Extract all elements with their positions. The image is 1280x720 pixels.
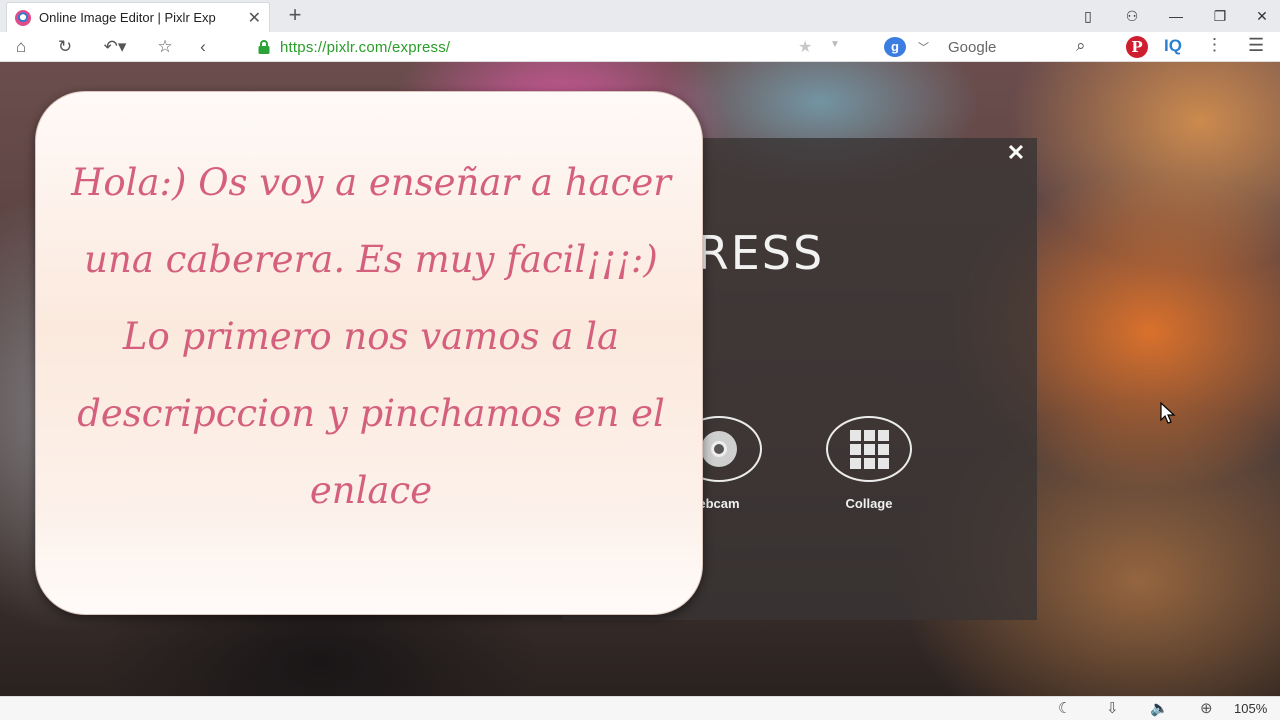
page-content: ✕ PRESS ebcam Collage Hola:) Os voy a en…: [0, 62, 1280, 696]
search-icon[interactable]: ⌕: [1076, 36, 1086, 56]
bookmark-dropdown-icon[interactable]: ▼: [830, 39, 840, 50]
pixlr-favicon-icon: [15, 9, 31, 26]
iq-extension-icon[interactable]: IQ: [1164, 36, 1182, 56]
more-icon[interactable]: ⋮: [1206, 35, 1223, 55]
new-tab-icon[interactable]: +: [284, 2, 306, 28]
bookmark-star-icon[interactable]: ★: [798, 37, 812, 57]
night-mode-icon[interactable]: ☾: [1058, 699, 1071, 717]
status-bar: ☾ ⇩ 🔈 ⊕ 105%: [0, 696, 1280, 720]
close-tab-icon[interactable]: ✕: [248, 8, 261, 28]
tab-title: Online Image Editor | Pixlr Exp: [39, 10, 216, 25]
address-bar: ⌂ ↻ ↶▾ ☆ ‹ https://pixlr.com/express/ ★ …: [0, 32, 1280, 62]
lock-icon: [258, 40, 270, 54]
url-text: https://pixlr.com/express/: [280, 38, 451, 56]
search-engine-icon[interactable]: g: [884, 37, 906, 57]
collage-label: Collage: [845, 496, 893, 511]
zoom-level[interactable]: 105%: [1234, 701, 1267, 716]
undo-close-icon[interactable]: ↶▾: [96, 35, 134, 59]
note-line: descripccion y pinchamos en el: [77, 392, 665, 435]
skin-icon[interactable]: ⚇: [1118, 4, 1146, 28]
dialog-close-icon[interactable]: ✕: [1003, 140, 1029, 166]
back-icon[interactable]: ‹: [190, 35, 216, 59]
search-input[interactable]: [948, 36, 1068, 58]
browser-tab[interactable]: Online Image Editor | Pixlr Exp ✕: [6, 2, 270, 32]
downloads-icon[interactable]: ⇩: [1106, 699, 1119, 717]
restore-icon[interactable]: ❐: [1206, 4, 1234, 28]
minimize-icon[interactable]: —: [1162, 4, 1190, 28]
note-line: Lo primero nos vamos a la: [122, 315, 620, 358]
collage-button[interactable]: [826, 416, 912, 482]
collage-option[interactable]: Collage: [809, 416, 929, 511]
note-line: una caberera. Es muy facil¡¡¡:): [84, 238, 658, 281]
note-line: enlace: [309, 469, 433, 512]
pinterest-icon[interactable]: P: [1126, 36, 1148, 58]
favorites-star-icon[interactable]: ☆: [152, 35, 178, 59]
webcam-icon: [701, 431, 737, 467]
reload-icon[interactable]: ↻: [52, 35, 78, 59]
zoom-icon[interactable]: ⊕: [1200, 699, 1213, 717]
sound-icon[interactable]: 🔈: [1150, 699, 1169, 717]
mouse-cursor-icon: [1160, 402, 1176, 424]
home-icon[interactable]: ⌂: [8, 35, 34, 59]
menu-icon[interactable]: ☰: [1248, 35, 1264, 56]
annotation-note: Hola:) Os voy a enseñar a hacer una cabe…: [35, 91, 703, 615]
note-line: Hola:) Os voy a enseñar a hacer: [71, 161, 671, 204]
vertical-tabs-icon[interactable]: ▯: [1074, 4, 1102, 28]
note-text: Hola:) Os voy a enseñar a hacer una cabe…: [66, 144, 676, 529]
search-engine-dropdown-icon[interactable]: ﹀: [918, 39, 929, 55]
collage-grid-icon: [849, 429, 889, 469]
close-window-icon[interactable]: ✕: [1248, 4, 1276, 28]
tab-bar: Online Image Editor | Pixlr Exp ✕ + ▯ ⚇ …: [0, 0, 1280, 32]
url-field[interactable]: https://pixlr.com/express/: [250, 35, 860, 59]
